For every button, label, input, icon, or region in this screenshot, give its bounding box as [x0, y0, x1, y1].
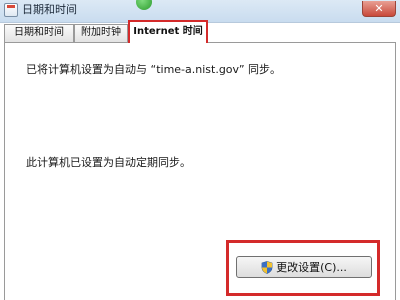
date-time-dialog: 日期和时间 ✕ 日期和时间 附加时钟 Internet 时间 已将计算机设置为自…	[0, 0, 400, 300]
change-settings-button[interactable]: 更改设置(C)...	[236, 256, 372, 278]
change-settings-label: 更改设置(C)...	[276, 261, 347, 274]
window-title: 日期和时间	[22, 3, 77, 16]
uac-shield-icon	[261, 260, 273, 274]
tab-date-and-time[interactable]: 日期和时间	[4, 24, 74, 42]
sync-server-message: 已将计算机设置为自动与 “time-a.nist.gov” 同步。	[26, 63, 282, 76]
tab-internet-time[interactable]: Internet 时间	[128, 20, 208, 43]
auto-sync-message: 此计算机已设置为自动定期同步。	[26, 156, 191, 169]
status-orb-icon	[136, 0, 152, 10]
tab-additional-clocks[interactable]: 附加时钟	[74, 24, 128, 42]
calendar-icon	[4, 3, 18, 17]
close-button[interactable]: ✕	[362, 1, 396, 17]
